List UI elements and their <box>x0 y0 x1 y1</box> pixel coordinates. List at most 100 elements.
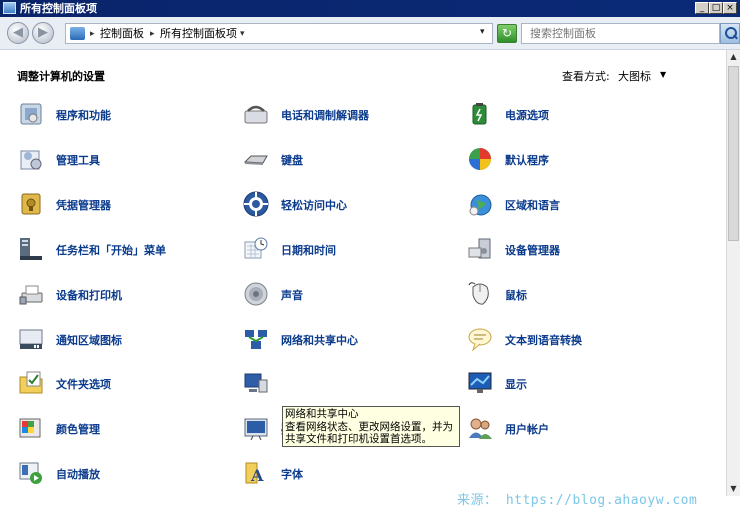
control-panel-item[interactable]: 任务栏和「开始」菜单 <box>18 234 218 264</box>
page-heading: 调整计算机的设置 <box>17 70 105 83</box>
close-button[interactable]: × <box>723 2 737 14</box>
item-label[interactable]: 区域和语言 <box>505 197 560 213</box>
item-label[interactable]: 电源选项 <box>505 107 549 123</box>
date-time-icon <box>243 236 269 262</box>
item-label[interactable]: 设备和打印机 <box>56 287 122 303</box>
item-label[interactable]: 显示 <box>505 376 527 392</box>
text-to-speech-icon <box>467 326 493 352</box>
control-panel-item[interactable]: 文件夹选项 <box>18 368 218 398</box>
mouse-icon <box>467 281 493 307</box>
system-icon <box>243 370 269 396</box>
item-label[interactable]: 任务栏和「开始」菜单 <box>56 242 166 258</box>
control-panel-item[interactable]: 凭据管理器 <box>18 189 218 219</box>
control-panel-item[interactable]: 网络和共享中心 <box>243 324 443 354</box>
default-programs-icon <box>467 146 493 172</box>
scroll-thumb[interactable] <box>728 66 739 241</box>
item-label[interactable]: 网络和共享中心 <box>281 332 358 348</box>
item-label[interactable]: 键盘 <box>281 152 303 168</box>
item-label[interactable]: 鼠标 <box>505 287 527 303</box>
breadcrumb-control-panel[interactable]: 控制面板 <box>100 27 144 41</box>
vertical-scrollbar[interactable]: ▲ ▼ <box>726 50 740 496</box>
forward-button[interactable]: ▶ <box>32 22 54 44</box>
view-by-label: 查看方式: <box>562 70 610 83</box>
control-panel-item[interactable]: 区域和语言 <box>467 189 667 219</box>
control-panel-item[interactable]: 自动播放 <box>18 458 218 488</box>
tooltip: 网络和共享中心 查看网络状态、更改网络设置，并为共享文件和打印机设置首选项。 <box>282 406 460 447</box>
device-manager-icon <box>467 236 493 262</box>
keyboard-icon <box>243 146 269 172</box>
refresh-button[interactable]: ↻ <box>497 24 517 43</box>
control-panel-item[interactable]: 用户帐户 <box>467 413 667 443</box>
control-panel-item[interactable]: 设备管理器 <box>467 234 667 264</box>
item-label[interactable]: 通知区域图标 <box>56 332 122 348</box>
color-management-icon <box>18 415 44 441</box>
breadcrumb-separator: ▸ <box>150 29 155 39</box>
source-watermark: 来源： https://blog.ahaoyw.com <box>457 493 698 508</box>
item-label[interactable]: 文件夹选项 <box>56 376 111 392</box>
item-label[interactable]: 设备管理器 <box>505 242 560 258</box>
item-label[interactable]: 程序和功能 <box>56 107 111 123</box>
control-panel-item[interactable]: 电话和调制解调器 <box>243 99 443 129</box>
item-label[interactable]: 文本到语音转换 <box>505 332 582 348</box>
control-panel-item[interactable]: A 字体 <box>243 458 443 488</box>
control-panel-item[interactable]: 日期和时间 <box>243 234 443 264</box>
item-label[interactable]: 颜色管理 <box>56 421 100 437</box>
network-sharing-icon <box>243 326 269 352</box>
notification-area-icon <box>18 326 44 352</box>
power-options-icon <box>467 101 493 127</box>
control-panel-item[interactable]: 鼠标 <box>467 279 667 309</box>
item-label[interactable]: 凭据管理器 <box>56 197 111 213</box>
control-panel-item[interactable]: 默认程序 <box>467 144 667 174</box>
control-panel-item[interactable]: 文本到语音转换 <box>467 324 667 354</box>
scroll-down-button[interactable]: ▼ <box>727 482 740 496</box>
control-panel-item[interactable]: 管理工具 <box>18 144 218 174</box>
breadcrumb-all-items[interactable]: 所有控制面板项 <box>160 27 237 41</box>
phone-modem-icon <box>243 101 269 127</box>
control-panel-item[interactable]: 电源选项 <box>467 99 667 129</box>
control-panel-item[interactable]: 颜色管理 <box>18 413 218 443</box>
back-button[interactable]: ◀ <box>7 22 29 44</box>
item-label[interactable]: 轻松访问中心 <box>281 197 347 213</box>
sound-icon <box>243 281 269 307</box>
control-panel-item[interactable]: 程序和功能 <box>18 99 218 129</box>
admin-tools-icon <box>18 146 44 172</box>
programs-features-icon <box>18 101 44 127</box>
address-history-dropdown[interactable]: ▾ <box>480 24 485 41</box>
taskbar-start-menu-icon <box>18 236 44 262</box>
address-toolbar: ◀ ▶ ▸ 控制面板 ▸ 所有控制面板项 ▾ ▾ ↻ <box>0 17 740 50</box>
item-label[interactable]: 电话和调制解调器 <box>281 107 369 123</box>
window-title: 所有控制面板项 <box>20 2 97 15</box>
control-panel-item[interactable]: 键盘 <box>243 144 443 174</box>
control-panel-item[interactable]: 通知区域图标 <box>18 324 218 354</box>
scroll-up-button[interactable]: ▲ <box>727 50 740 64</box>
maximize-button[interactable]: □ <box>709 2 723 14</box>
view-by-dropdown[interactable]: 大图标 <box>618 68 651 84</box>
breadcrumb-dropdown[interactable]: ▾ <box>240 27 245 41</box>
credential-manager-icon <box>18 191 44 217</box>
control-panel-content: 调整计算机的设置 查看方式: 大图标 ▼ 程序和功能 电话和调制解调器 电源选项管理… <box>0 50 726 496</box>
autoplay-icon <box>18 460 44 486</box>
fonts-icon: A <box>243 460 269 486</box>
item-label[interactable]: 管理工具 <box>56 152 100 168</box>
item-label[interactable]: 用户帐户 <box>505 421 549 437</box>
control-panel-item[interactable]: 显示 <box>467 368 667 398</box>
item-label[interactable]: 字体 <box>281 466 303 482</box>
search-button[interactable] <box>720 23 740 44</box>
control-panel-icon <box>70 27 85 40</box>
minimize-button[interactable]: _ <box>695 2 709 14</box>
user-accounts-icon <box>467 415 493 441</box>
item-label[interactable]: 自动播放 <box>56 466 100 482</box>
item-label[interactable]: 日期和时间 <box>281 242 336 258</box>
search-input[interactable] <box>530 25 710 42</box>
chevron-down-icon[interactable]: ▼ <box>660 70 666 79</box>
control-panel-item[interactable]: 声音 <box>243 279 443 309</box>
control-panel-item[interactable]: 轻松访问中心 <box>243 189 443 219</box>
folder-options-icon <box>18 370 44 396</box>
title-bar: 所有控制面板项 _ □ × <box>0 0 740 17</box>
item-label[interactable]: 默认程序 <box>505 152 549 168</box>
item-label[interactable]: 声音 <box>281 287 303 303</box>
control-panel-item[interactable]: 设备和打印机 <box>18 279 218 309</box>
address-box[interactable]: ▸ 控制面板 ▸ 所有控制面板项 ▾ <box>65 23 493 44</box>
search-box[interactable] <box>521 23 720 44</box>
control-panel-item[interactable] <box>243 368 443 398</box>
